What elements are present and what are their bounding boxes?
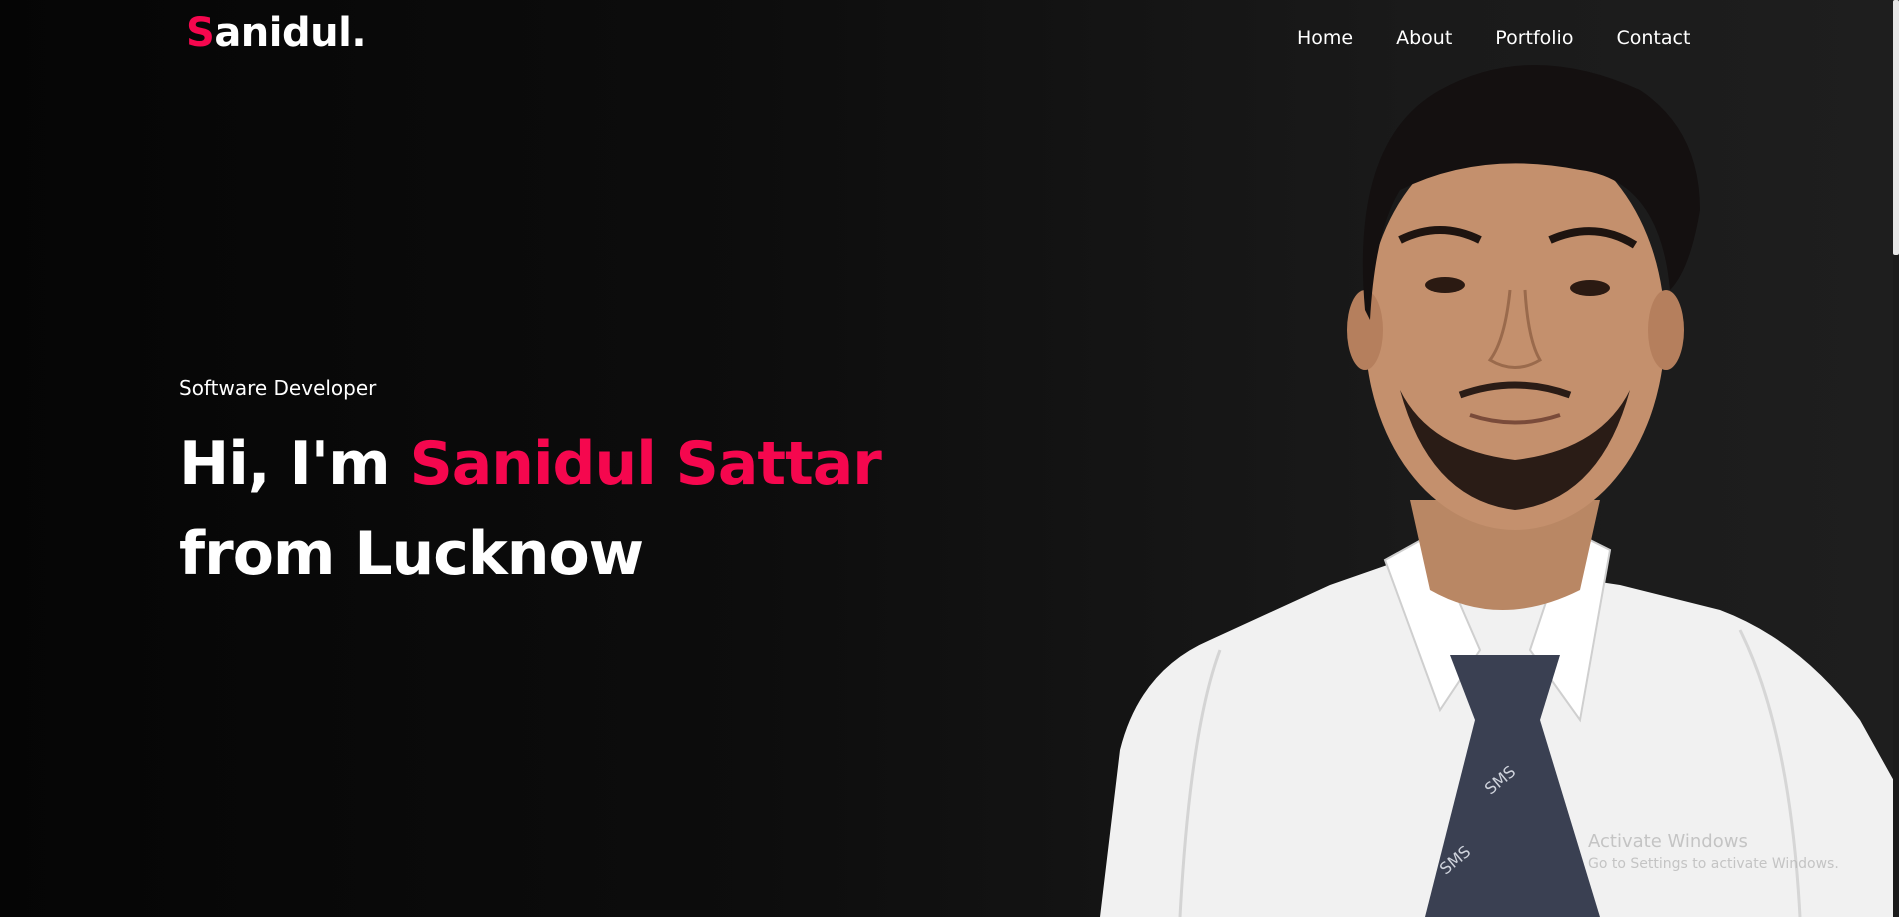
- hero-subtitle: Software Developer: [179, 376, 377, 400]
- hero-name: Sanidul Sattar: [409, 429, 882, 499]
- logo-initial: S: [186, 10, 215, 56]
- hero-section: Software Developer Hi, I'm Sanidul Satta…: [179, 371, 882, 599]
- hero-heading: Hi, I'm Sanidul Sattar from Lucknow: [179, 419, 882, 599]
- hero-greeting: Hi, I'm: [179, 429, 410, 499]
- watermark-title: Activate Windows: [1588, 831, 1748, 852]
- profile-photo: SMS SMS: [1100, 30, 1899, 917]
- scrollbar-thumb[interactable]: [1893, 0, 1899, 255]
- hero-location: from Lucknow: [179, 519, 644, 589]
- vertical-scrollbar[interactable]: [1893, 0, 1899, 917]
- site-logo[interactable]: Sanidul.: [186, 10, 367, 56]
- page: Sanidul. Home About Portfolio Contact SM…: [0, 0, 1899, 917]
- watermark-subtitle: Go to Settings to activate Windows.: [1588, 856, 1839, 872]
- logo-text: anidul.: [214, 10, 367, 56]
- windows-activation-watermark: Activate Windows Go to Settings to activ…: [1588, 830, 1839, 874]
